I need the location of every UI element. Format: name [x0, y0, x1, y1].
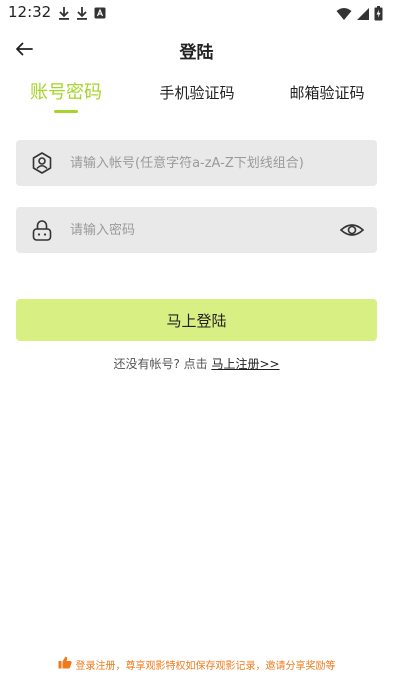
battery-charging-icon — [374, 6, 383, 25]
tab-account-password[interactable]: 账号密码 — [26, 76, 106, 118]
font-icon — [94, 6, 106, 20]
page-title: 登陆 — [179, 43, 214, 63]
lock-icon — [30, 218, 54, 242]
status-icons-right — [336, 6, 383, 25]
account-field[interactable] — [16, 140, 377, 186]
tab-label: 账号密码 — [30, 82, 102, 103]
login-tabs: 账号密码 手机验证码 邮箱验证码 — [0, 76, 393, 118]
status-bar: 12:32 — [0, 0, 393, 28]
password-input[interactable] — [70, 207, 327, 253]
tab-label: 手机验证码 — [159, 84, 235, 102]
signal-icon — [356, 6, 370, 25]
register-prompt: 还没有帐号? 点击 — [113, 357, 212, 371]
login-button[interactable]: 马上登陆 — [16, 299, 377, 341]
footer-note-text: 登录注册，尊享观影特权如保存观影记录，邀请分享奖励等 — [75, 660, 336, 672]
app-bar: 登陆 — [0, 28, 393, 72]
tab-email-code[interactable]: 邮箱验证码 — [282, 76, 372, 118]
tab-label: 邮箱验证码 — [289, 84, 365, 102]
thumbs-up-icon — [58, 656, 72, 672]
user-icon — [30, 151, 54, 175]
password-field[interactable] — [16, 207, 377, 253]
wifi-icon — [336, 6, 352, 25]
footer-note: 登录注册，尊享观影特权如保存观影记录，邀请分享奖励等 — [0, 656, 393, 672]
register-link[interactable]: 马上注册>> — [211, 357, 279, 371]
eye-icon[interactable] — [339, 218, 365, 242]
register-row: 还没有帐号? 点击 马上注册>> — [0, 355, 393, 372]
tab-active-indicator — [54, 110, 78, 113]
tab-phone-code[interactable]: 手机验证码 — [152, 76, 242, 118]
download-icon — [58, 6, 70, 20]
status-time: 12:32 — [8, 3, 52, 21]
status-icons-left — [58, 6, 106, 20]
account-input[interactable] — [70, 140, 327, 186]
download-icon — [76, 6, 88, 20]
